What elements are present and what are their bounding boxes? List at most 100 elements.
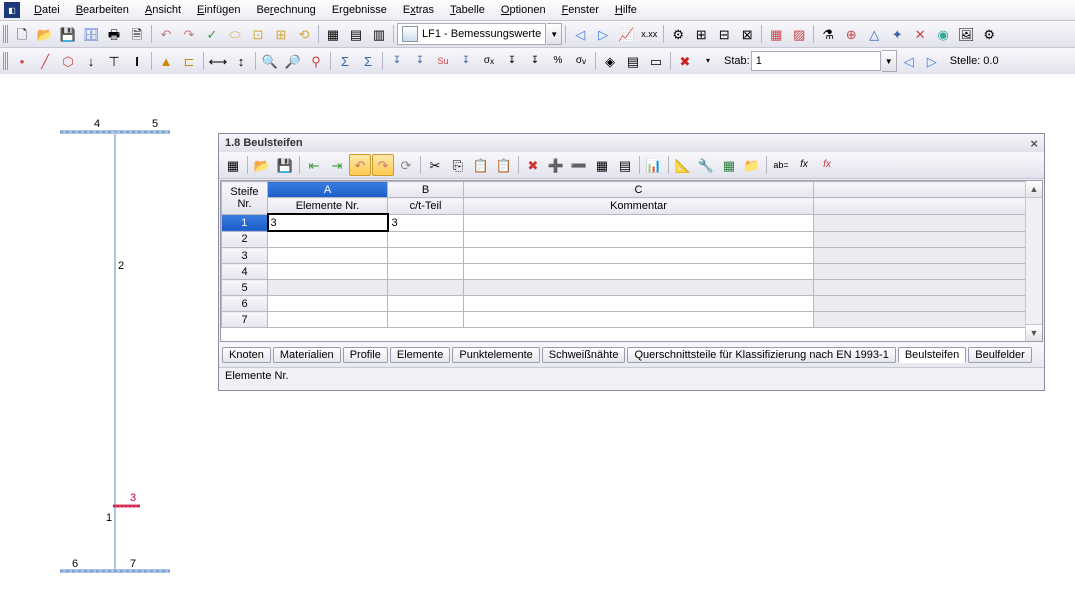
tri-icon[interactable]: △ [863, 23, 885, 45]
panel-grid-icon[interactable]: ▦ [591, 154, 613, 176]
cell-c5[interactable] [464, 280, 814, 296]
row-2-header[interactable]: 2 [222, 231, 268, 248]
cell-a5[interactable] [268, 280, 388, 296]
loadcase-dropdown-icon[interactable]: ▼ [547, 23, 562, 45]
grid-scrollbar[interactable]: ▲ ▼ [1025, 181, 1042, 341]
poly-icon[interactable]: ⬡ [57, 50, 79, 72]
row-7-header[interactable]: 7 [222, 312, 268, 328]
save-icon[interactable]: 💾 [57, 23, 79, 45]
row-5-header[interactable]: 5 [222, 280, 268, 296]
sigma-percent-icon[interactable]: % [547, 50, 569, 72]
lasso-icon[interactable]: ⬭ [224, 23, 246, 45]
dim1-icon[interactable]: ⟷ [207, 50, 229, 72]
view2-icon[interactable]: ▤ [345, 23, 367, 45]
cell-c3[interactable] [464, 248, 814, 264]
cell-c7[interactable] [464, 312, 814, 328]
menu-tabelle[interactable]: Tabelle [442, 2, 493, 18]
col-header-c[interactable]: Kommentar [464, 198, 814, 215]
menu-extras[interactable]: Extras [395, 2, 442, 18]
cell-a6[interactable] [268, 296, 388, 312]
zoom-all-icon[interactable]: ⊞ [270, 23, 292, 45]
delete-red-icon[interactable]: ✖ [674, 50, 696, 72]
panel-paste2-icon[interactable]: 📋 [493, 154, 515, 176]
save-as-icon[interactable]: 🗄 [80, 23, 102, 45]
panel-ab-icon[interactable]: ab= [770, 154, 792, 176]
tab-beulfelder[interactable]: Beulfelder [968, 347, 1032, 363]
cell-b3[interactable] [388, 248, 464, 264]
tool-b-icon[interactable]: ⊞ [690, 23, 712, 45]
row-1-header[interactable]: 1 [222, 214, 268, 231]
cell-a2[interactable] [268, 231, 388, 248]
x-icon[interactable]: ✕ [909, 23, 931, 45]
col-letter-a[interactable]: A [268, 182, 388, 198]
cell-d1[interactable] [814, 214, 1026, 231]
stress3-icon[interactable]: Su [432, 50, 454, 72]
cell-c6[interactable] [464, 296, 814, 312]
tool-d-icon[interactable]: ⊠ [736, 23, 758, 45]
filter-icon[interactable]: ⚲ [305, 50, 327, 72]
tab-materialien[interactable]: Materialien [273, 347, 341, 363]
cell-d7[interactable] [814, 312, 1026, 328]
row-4-header[interactable]: 4 [222, 264, 268, 280]
panel-calc-icon[interactable]: 📐 [672, 154, 694, 176]
print-preview-icon[interactable]: 🗎 [126, 23, 148, 45]
xxx-icon[interactable]: x.xx [638, 23, 660, 45]
cell-d5[interactable] [814, 280, 1026, 296]
sigma-y-icon[interactable]: ↧ [501, 50, 523, 72]
cell-a1[interactable] [268, 214, 388, 231]
search2-icon[interactable]: 🔎 [282, 50, 304, 72]
panel-delcell-icon[interactable]: ➖ [568, 154, 590, 176]
picture-icon[interactable]: 🖼 [955, 23, 977, 45]
loadcase-selector[interactable]: LF1 - Bemessungswerte [397, 23, 546, 45]
panel-table-icon[interactable]: ▦ [222, 154, 244, 176]
panel-import-icon[interactable]: ⇤ [303, 154, 325, 176]
tool-a-icon[interactable]: ⚙ [667, 23, 689, 45]
cell-d6[interactable] [814, 296, 1026, 312]
modules-icon[interactable]: ⚗ [817, 23, 839, 45]
star-icon[interactable]: ✦ [886, 23, 908, 45]
results-graph-icon[interactable]: 📈 [615, 23, 637, 45]
cell-b1[interactable]: 3 [388, 214, 464, 231]
sigma-v-icon[interactable]: σv [570, 50, 592, 72]
col-letter-b[interactable]: B [388, 182, 464, 198]
line-icon[interactable]: ╱ [34, 50, 56, 72]
tab-profile[interactable]: Profile [343, 347, 388, 363]
eraser-icon[interactable]: ◈ [599, 50, 621, 72]
undo-icon[interactable]: ↶ [155, 23, 177, 45]
cell-b7[interactable] [388, 312, 464, 328]
panel-undo-icon[interactable]: ↶ [349, 154, 371, 176]
col-header-b[interactable]: c/t-Teil [388, 198, 464, 215]
menu-berechnung[interactable]: Berechnung [248, 2, 323, 18]
tab-punktelemente[interactable]: Punktelemente [452, 347, 539, 363]
panel-chart-icon[interactable]: 📊 [643, 154, 665, 176]
cell-b4[interactable] [388, 264, 464, 280]
panel-fx2-icon[interactable]: fx [816, 154, 838, 176]
panel-open-icon[interactable]: 📂 [251, 154, 273, 176]
sigma2-icon[interactable]: Ʃ [357, 50, 379, 72]
panel-addrow-icon[interactable]: ➕ [545, 154, 567, 176]
grid-corner[interactable]: Steife Nr. [222, 182, 268, 215]
cell-d2[interactable] [814, 231, 1026, 248]
view1-icon[interactable]: ▦ [322, 23, 344, 45]
nav-next-icon[interactable]: ▷ [592, 23, 614, 45]
panel-excel-icon[interactable]: ▦ [718, 154, 740, 176]
col-letter-blank[interactable] [814, 182, 1026, 198]
sigma-z-icon[interactable]: ↧ [524, 50, 546, 72]
panel-grid2-icon[interactable]: ▤ [614, 154, 636, 176]
plus-icon[interactable]: ⊕ [840, 23, 862, 45]
open-icon[interactable]: 📂 [34, 23, 56, 45]
section-i-icon[interactable]: I [126, 50, 148, 72]
search1-icon[interactable]: 🔍 [259, 50, 281, 72]
row-6-header[interactable]: 6 [222, 296, 268, 312]
zoom-prev-icon[interactable]: ⟲ [293, 23, 315, 45]
stab-next-icon[interactable]: ▷ [921, 50, 943, 72]
new-icon[interactable]: 🗋 [11, 23, 33, 45]
redo-icon[interactable]: ↷ [178, 23, 200, 45]
tool-c-icon[interactable]: ⊟ [713, 23, 735, 45]
menu-optionen[interactable]: Optionen [493, 2, 554, 18]
stab-prev-icon[interactable]: ◁ [898, 50, 920, 72]
cell-b2[interactable] [388, 231, 464, 248]
cell-a1-input[interactable] [269, 215, 388, 230]
stress4-icon[interactable]: ↧ [455, 50, 477, 72]
section-t-icon[interactable]: ⊤ [103, 50, 125, 72]
